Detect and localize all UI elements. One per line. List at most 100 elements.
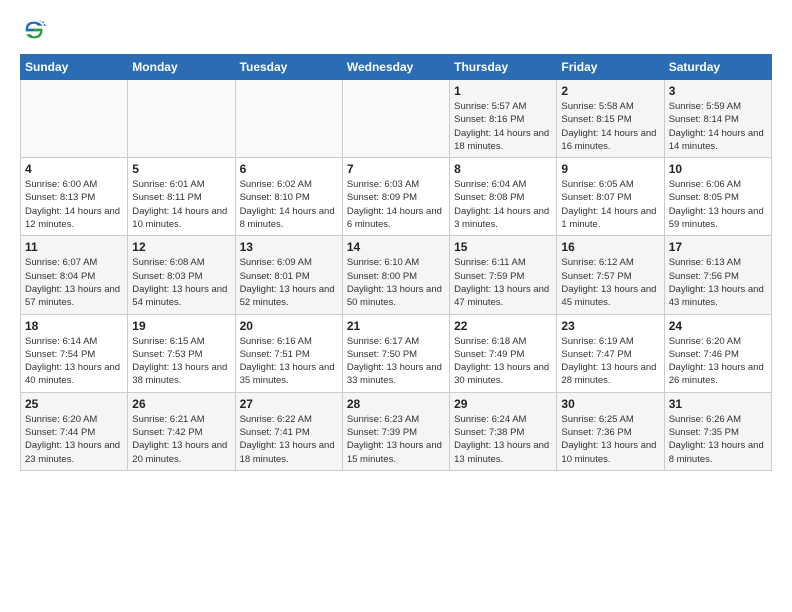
day-info: Sunrise: 6:03 AM Sunset: 8:09 PM Dayligh…	[347, 178, 445, 231]
day-info: Sunrise: 6:07 AM Sunset: 8:04 PM Dayligh…	[25, 256, 123, 309]
day-number: 30	[561, 397, 659, 411]
day-number: 19	[132, 319, 230, 333]
day-number: 1	[454, 84, 552, 98]
day-info: Sunrise: 6:04 AM Sunset: 8:08 PM Dayligh…	[454, 178, 552, 231]
day-cell: 24 Sunrise: 6:20 AM Sunset: 7:46 PM Dayli…	[664, 314, 771, 392]
day-number: 31	[669, 397, 767, 411]
day-info: Sunrise: 6:15 AM Sunset: 7:53 PM Dayligh…	[132, 335, 230, 388]
day-number: 9	[561, 162, 659, 176]
day-cell: 31Sunrise: 6:26 AM Sunset: 7:35 PM Dayli…	[664, 392, 771, 470]
day-info: Sunrise: 5:57 AM Sunset: 8:16 PM Dayligh…	[454, 100, 552, 153]
day-info: Sunrise: 6:17 AM Sunset: 7:50 PM Dayligh…	[347, 335, 445, 388]
page: SundayMondayTuesdayWednesdayThursdayFrid…	[0, 0, 792, 481]
day-number: 14	[347, 240, 445, 254]
day-number: 11	[25, 240, 123, 254]
day-info: Sunrise: 6:12 AM Sunset: 7:57 PM Dayligh…	[561, 256, 659, 309]
day-cell	[21, 80, 128, 158]
day-cell: 4 Sunrise: 6:00 AM Sunset: 8:13 PM Daylig…	[21, 158, 128, 236]
day-cell	[235, 80, 342, 158]
day-cell: 21Sunrise: 6:17 AM Sunset: 7:50 PM Dayli…	[342, 314, 449, 392]
day-cell: 9 Sunrise: 6:05 AM Sunset: 8:07 PM Daylig…	[557, 158, 664, 236]
day-number: 4	[25, 162, 123, 176]
day-number: 12	[132, 240, 230, 254]
col-header-monday: Monday	[128, 55, 235, 80]
day-number: 23	[561, 319, 659, 333]
header-row: SundayMondayTuesdayWednesdayThursdayFrid…	[21, 55, 772, 80]
col-header-sunday: Sunday	[21, 55, 128, 80]
day-cell: 15 Sunrise: 6:11 AM Sunset: 7:59 PM Dayli…	[450, 236, 557, 314]
day-cell: 27 Sunrise: 6:22 AM Sunset: 7:41 PM Dayli…	[235, 392, 342, 470]
day-number: 28	[347, 397, 445, 411]
day-number: 7	[347, 162, 445, 176]
day-number: 17	[669, 240, 767, 254]
day-cell: 3 Sunrise: 5:59 AM Sunset: 8:14 PM Daylig…	[664, 80, 771, 158]
day-cell: 6 Sunrise: 6:02 AM Sunset: 8:10 PM Daylig…	[235, 158, 342, 236]
day-info: Sunrise: 6:06 AM Sunset: 8:05 PM Dayligh…	[669, 178, 767, 231]
day-number: 18	[25, 319, 123, 333]
col-header-wednesday: Wednesday	[342, 55, 449, 80]
day-cell: 11 Sunrise: 6:07 AM Sunset: 8:04 PM Dayli…	[21, 236, 128, 314]
day-number: 22	[454, 319, 552, 333]
day-info: Sunrise: 6:13 AM Sunset: 7:56 PM Dayligh…	[669, 256, 767, 309]
day-info: Sunrise: 6:22 AM Sunset: 7:41 PM Dayligh…	[240, 413, 338, 466]
day-info: Sunrise: 6:02 AM Sunset: 8:10 PM Dayligh…	[240, 178, 338, 231]
day-cell: 30Sunrise: 6:25 AM Sunset: 7:36 PM Dayli…	[557, 392, 664, 470]
day-cell: 19 Sunrise: 6:15 AM Sunset: 7:53 PM Dayli…	[128, 314, 235, 392]
day-number: 2	[561, 84, 659, 98]
week-row-4: 18 Sunrise: 6:14 AM Sunset: 7:54 PM Dayli…	[21, 314, 772, 392]
day-info: Sunrise: 5:59 AM Sunset: 8:14 PM Dayligh…	[669, 100, 767, 153]
day-number: 24	[669, 319, 767, 333]
day-info: Sunrise: 6:05 AM Sunset: 8:07 PM Dayligh…	[561, 178, 659, 231]
day-number: 5	[132, 162, 230, 176]
day-number: 6	[240, 162, 338, 176]
day-cell: 29 Sunrise: 6:24 AM Sunset: 7:38 PM Dayli…	[450, 392, 557, 470]
day-info: Sunrise: 6:20 AM Sunset: 7:46 PM Dayligh…	[669, 335, 767, 388]
day-cell: 8 Sunrise: 6:04 AM Sunset: 8:08 PM Daylig…	[450, 158, 557, 236]
day-number: 8	[454, 162, 552, 176]
day-info: Sunrise: 6:23 AM Sunset: 7:39 PM Dayligh…	[347, 413, 445, 466]
day-info: Sunrise: 6:16 AM Sunset: 7:51 PM Dayligh…	[240, 335, 338, 388]
day-number: 3	[669, 84, 767, 98]
week-row-5: 25 Sunrise: 6:20 AM Sunset: 7:44 PM Dayli…	[21, 392, 772, 470]
day-info: Sunrise: 6:11 AM Sunset: 7:59 PM Dayligh…	[454, 256, 552, 309]
day-cell: 14 Sunrise: 6:10 AM Sunset: 8:00 PM Dayli…	[342, 236, 449, 314]
day-info: Sunrise: 6:20 AM Sunset: 7:44 PM Dayligh…	[25, 413, 123, 466]
day-cell: 23 Sunrise: 6:19 AM Sunset: 7:47 PM Dayli…	[557, 314, 664, 392]
logo-icon	[20, 16, 48, 44]
header	[20, 16, 772, 44]
day-info: Sunrise: 6:14 AM Sunset: 7:54 PM Dayligh…	[25, 335, 123, 388]
day-cell: 17 Sunrise: 6:13 AM Sunset: 7:56 PM Dayli…	[664, 236, 771, 314]
day-cell: 25 Sunrise: 6:20 AM Sunset: 7:44 PM Dayli…	[21, 392, 128, 470]
day-cell: 7 Sunrise: 6:03 AM Sunset: 8:09 PM Daylig…	[342, 158, 449, 236]
day-cell: 12Sunrise: 6:08 AM Sunset: 8:03 PM Dayli…	[128, 236, 235, 314]
day-info: Sunrise: 6:10 AM Sunset: 8:00 PM Dayligh…	[347, 256, 445, 309]
day-cell: 22 Sunrise: 6:18 AM Sunset: 7:49 PM Dayli…	[450, 314, 557, 392]
day-info: Sunrise: 5:58 AM Sunset: 8:15 PM Dayligh…	[561, 100, 659, 153]
day-cell: 20Sunrise: 6:16 AM Sunset: 7:51 PM Dayli…	[235, 314, 342, 392]
calendar-table: SundayMondayTuesdayWednesdayThursdayFrid…	[20, 54, 772, 471]
day-number: 25	[25, 397, 123, 411]
day-info: Sunrise: 6:18 AM Sunset: 7:49 PM Dayligh…	[454, 335, 552, 388]
day-cell: 1 Sunrise: 5:57 AM Sunset: 8:16 PM Daylig…	[450, 80, 557, 158]
week-row-1: 1 Sunrise: 5:57 AM Sunset: 8:16 PM Daylig…	[21, 80, 772, 158]
day-cell	[128, 80, 235, 158]
day-number: 16	[561, 240, 659, 254]
day-number: 26	[132, 397, 230, 411]
day-number: 27	[240, 397, 338, 411]
col-header-friday: Friday	[557, 55, 664, 80]
col-header-saturday: Saturday	[664, 55, 771, 80]
day-cell: 10 Sunrise: 6:06 AM Sunset: 8:05 PM Dayli…	[664, 158, 771, 236]
day-cell: 2 Sunrise: 5:58 AM Sunset: 8:15 PM Daylig…	[557, 80, 664, 158]
day-info: Sunrise: 6:24 AM Sunset: 7:38 PM Dayligh…	[454, 413, 552, 466]
logo	[20, 16, 52, 44]
day-cell: 26Sunrise: 6:21 AM Sunset: 7:42 PM Dayli…	[128, 392, 235, 470]
col-header-thursday: Thursday	[450, 55, 557, 80]
day-number: 29	[454, 397, 552, 411]
col-header-tuesday: Tuesday	[235, 55, 342, 80]
day-number: 10	[669, 162, 767, 176]
day-info: Sunrise: 6:00 AM Sunset: 8:13 PM Dayligh…	[25, 178, 123, 231]
day-info: Sunrise: 6:19 AM Sunset: 7:47 PM Dayligh…	[561, 335, 659, 388]
day-number: 15	[454, 240, 552, 254]
day-cell: 5Sunrise: 6:01 AM Sunset: 8:11 PM Daylig…	[128, 158, 235, 236]
day-cell: 18 Sunrise: 6:14 AM Sunset: 7:54 PM Dayli…	[21, 314, 128, 392]
